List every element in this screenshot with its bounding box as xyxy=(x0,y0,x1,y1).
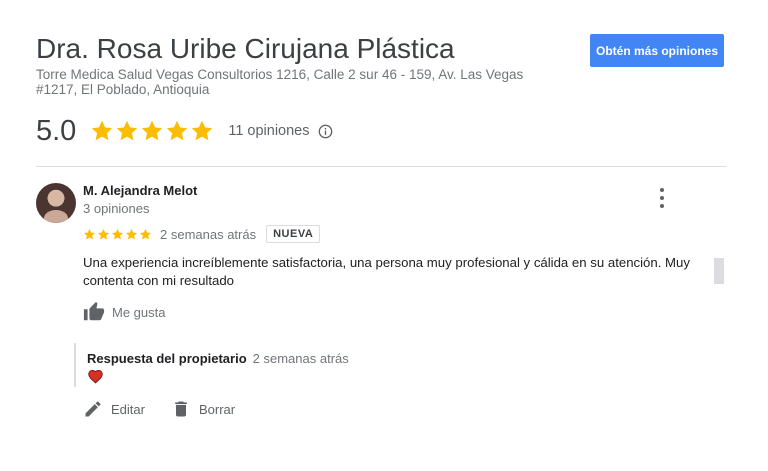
edit-label: Editar xyxy=(111,401,145,417)
star-icon xyxy=(117,120,138,141)
reviewer-name[interactable]: M. Alejandra Melot xyxy=(83,183,197,198)
more-reviews-button[interactable]: Obtén más opiniones xyxy=(590,34,724,67)
owner-reply-bar xyxy=(74,343,76,387)
like-button[interactable]: Me gusta xyxy=(83,301,165,323)
owner-reply-header: Respuesta del propietario 2 semanas atrá… xyxy=(87,351,349,366)
star-icon xyxy=(192,120,213,141)
star-icon xyxy=(92,120,113,141)
thumbs-up-icon xyxy=(83,301,105,321)
delete-label: Borrar xyxy=(198,401,236,417)
edit-button[interactable]: Editar xyxy=(83,399,145,419)
trash-icon xyxy=(175,401,187,417)
rating-value: 5.0 xyxy=(36,114,77,147)
rating-summary: 5.0 11 opiniones xyxy=(36,114,333,148)
like-label: Me gusta xyxy=(112,304,166,320)
scrollbar[interactable] xyxy=(714,258,724,284)
divider xyxy=(36,166,726,167)
star-icon xyxy=(111,228,124,239)
new-badge: NUEVA xyxy=(266,225,321,243)
star-icon xyxy=(125,228,138,239)
review-time: 2 semanas atrás xyxy=(160,226,257,242)
business-name: Dra. Rosa Uribe Cirujana Plástica xyxy=(36,33,455,64)
review-stars xyxy=(83,228,152,241)
business-address: Torre Medica Salud Vegas Consultorios 12… xyxy=(36,67,524,97)
more-options-icon[interactable] xyxy=(656,188,668,208)
rating-stars xyxy=(90,119,214,143)
heart-icon xyxy=(87,369,104,389)
owner-reply-time: 2 semanas atrás xyxy=(252,351,349,366)
owner-reply-label: Respuesta del propietario xyxy=(87,351,247,366)
reviews-count: 11 opiniones xyxy=(228,123,310,139)
info-icon[interactable] xyxy=(318,124,333,139)
review-text: Una experiencia increíblemente satisfact… xyxy=(83,255,690,288)
avatar[interactable] xyxy=(36,183,76,223)
review-meta: 2 semanas atrás NUEVA xyxy=(83,224,321,244)
review-actions: Editar Borrar xyxy=(83,398,235,420)
star-icon xyxy=(83,228,96,239)
pencil-icon xyxy=(85,401,101,417)
reviewer-review-count: 3 opiniones xyxy=(83,201,150,216)
star-icon xyxy=(139,228,152,239)
delete-button[interactable]: Borrar xyxy=(171,399,235,419)
star-icon xyxy=(97,228,110,239)
star-icon xyxy=(167,120,188,141)
star-icon xyxy=(142,120,163,141)
avatar-shoulders xyxy=(44,210,68,223)
